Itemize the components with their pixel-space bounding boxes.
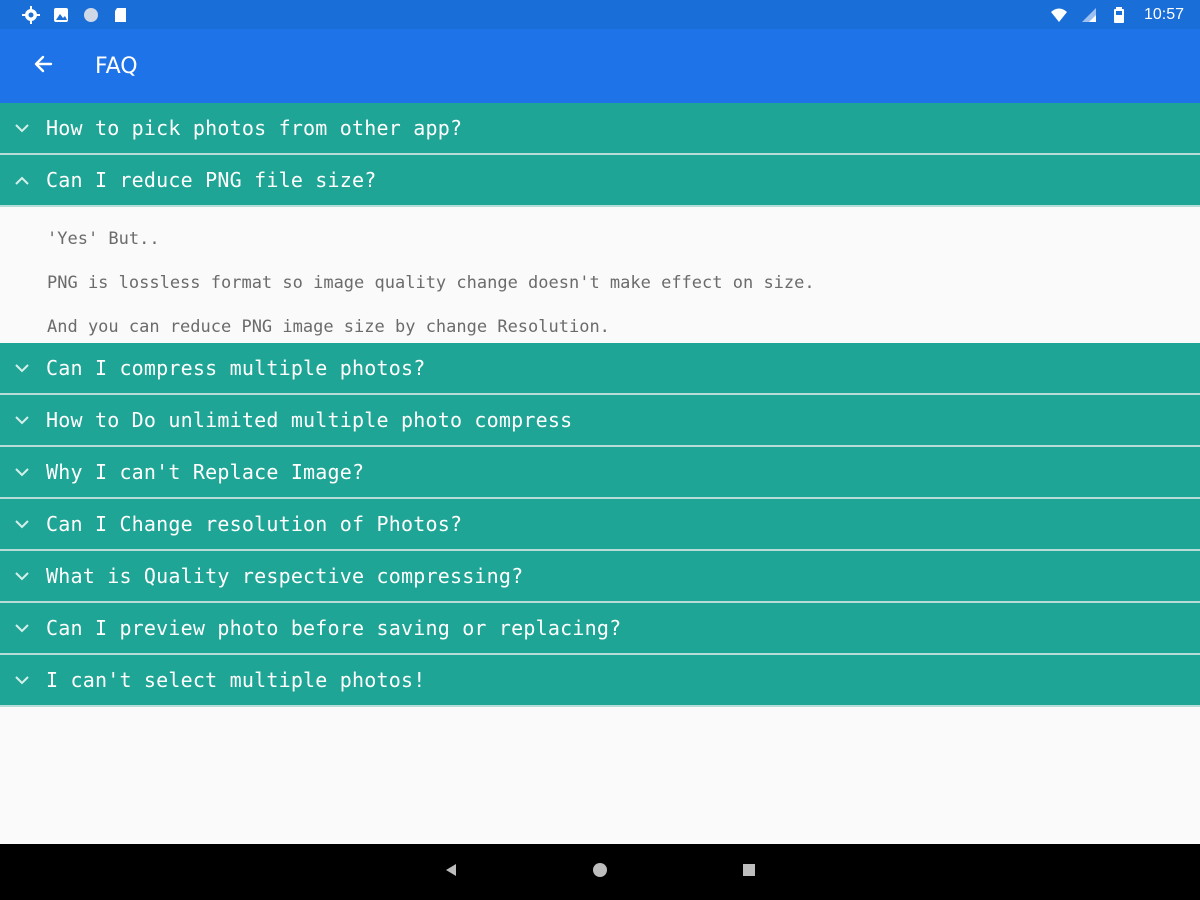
chevron-down-icon [13,619,31,637]
faq-question: Why I can't Replace Image? [46,460,365,484]
back-button[interactable] [21,44,65,88]
page-title: FAQ [95,53,138,79]
signal-icon [1080,6,1098,24]
faq-item-header[interactable]: Can I preview photo before saving or rep… [0,603,1200,655]
status-bar-left [22,5,130,24]
chevron-down-icon [13,463,31,481]
nav-home-button[interactable] [588,860,612,884]
faq-question: I can't select multiple photos! [46,668,426,692]
chevron-down-icon [13,411,31,429]
recents-square-icon [741,862,757,883]
faq-item-header[interactable]: What is Quality respective compressing? [0,551,1200,603]
faq-answer: 'Yes' But.. PNG is lossless format so im… [0,207,1200,343]
chevron-down-icon [13,671,31,689]
chevron-down-icon [13,567,31,585]
faq-question: Can I reduce PNG file size? [46,168,377,192]
faq-item-header[interactable]: I can't select multiple photos! [0,655,1200,707]
faq-item-header[interactable]: How to Do unlimited multiple photo compr… [0,395,1200,447]
system-nav-bar [0,844,1200,900]
wifi-icon [1050,6,1068,24]
chevron-down-icon [13,359,31,377]
faq-item-header[interactable]: Can I compress multiple photos? [0,343,1200,395]
home-circle-icon [592,862,608,883]
chevron-up-icon [13,171,31,189]
faq-item-header[interactable]: Can I reduce PNG file size? [0,155,1200,207]
faq-question: How to Do unlimited multiple photo compr… [46,408,573,432]
app-bar: FAQ [0,29,1200,103]
circle-icon [82,6,100,24]
faq-question: Can I compress multiple photos? [46,356,426,380]
nav-back-button[interactable] [439,860,463,884]
status-time: 10:57 [1143,5,1184,23]
faq-answer-line: 'Yes' But.. [47,229,160,249]
faq-question: What is Quality respective compressing? [46,564,524,588]
battery-icon [1110,6,1128,24]
settings-icon [22,5,40,24]
faq-list: How to pick photos from other app? Can I… [0,103,1200,707]
faq-item-header[interactable]: Why I can't Replace Image? [0,447,1200,499]
faq-answer-line: PNG is lossless format so image quality … [47,273,815,293]
arrow-back-icon [32,53,54,80]
faq-item-header[interactable]: How to pick photos from other app? [0,103,1200,155]
nav-recents-button[interactable] [737,860,761,884]
faq-question: How to pick photos from other app? [46,116,463,140]
chevron-down-icon [13,119,31,137]
chevron-down-icon [13,515,31,533]
back-triangle-icon [443,862,459,883]
faq-question: Can I preview photo before saving or rep… [46,616,622,640]
photo-icon [52,6,70,24]
status-bar: 10:57 [0,0,1200,29]
sd-card-icon [112,6,130,24]
faq-question: Can I Change resolution of Photos? [46,512,463,536]
status-bar-right: 10:57 [1050,6,1184,24]
faq-item-header[interactable]: Can I Change resolution of Photos? [0,499,1200,551]
